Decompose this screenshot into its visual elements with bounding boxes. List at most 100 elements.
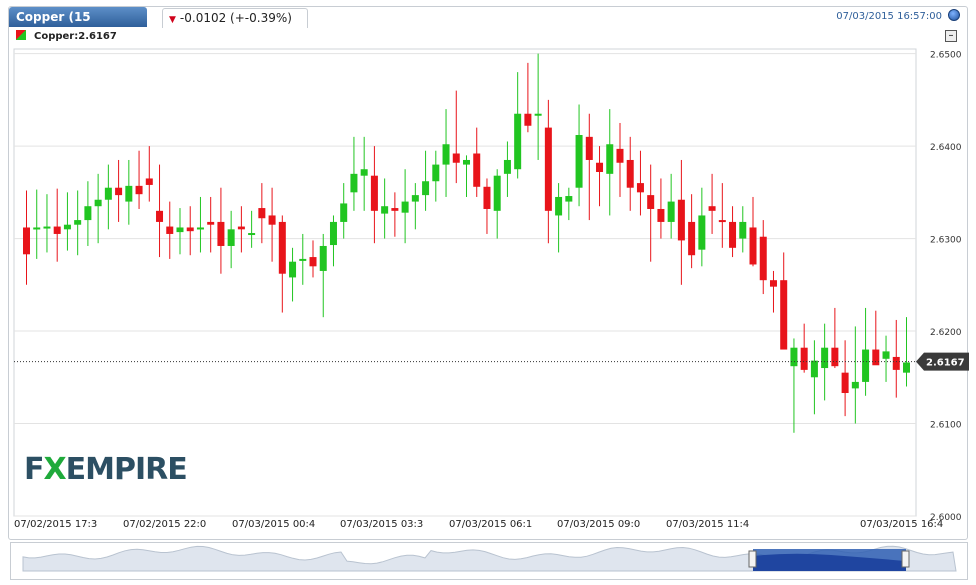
candle-body <box>524 113 532 126</box>
candle-body <box>575 135 583 188</box>
candle-body <box>278 221 286 274</box>
candle-body <box>442 144 450 165</box>
y-tick-label: 2.6400 <box>930 143 962 153</box>
x-tick-label: 07/02/2015 17:3 <box>14 519 97 530</box>
candle-body <box>391 208 399 211</box>
candle-body <box>432 164 440 182</box>
candle-body <box>647 195 655 209</box>
candle-body <box>585 136 593 160</box>
candle-body <box>401 201 409 213</box>
candle-body <box>862 349 870 382</box>
logo-fx: F <box>24 452 44 487</box>
candle-body <box>452 153 460 163</box>
candle-body <box>299 258 307 261</box>
candle-body <box>360 169 368 176</box>
candle-body <box>411 195 419 202</box>
candle-body <box>370 175 378 211</box>
fxempire-logo: FXEMPIRE <box>24 452 188 487</box>
candle-body <box>688 221 696 256</box>
candle-body <box>503 159 511 174</box>
candle-body <box>800 347 808 370</box>
candle-body <box>821 347 829 369</box>
candle-body <box>841 372 849 394</box>
navigator-left-handle <box>748 550 757 568</box>
candle-body <box>74 220 82 225</box>
candle-body <box>872 349 880 366</box>
candle-body <box>94 199 102 207</box>
range-navigator[interactable] <box>10 542 968 580</box>
candle-body <box>463 159 470 165</box>
candle-body <box>606 144 614 174</box>
navigator-minimap <box>22 545 957 572</box>
candle-body <box>145 178 153 185</box>
y-tick-label: 2.6300 <box>930 236 962 246</box>
y-tick-label: 2.6500 <box>930 51 962 61</box>
candle-body <box>596 162 604 172</box>
candlestick-chart: 2.65002.64002.63002.62002.61002.60002.61… <box>13 48 969 530</box>
x-tick-label: 07/03/2015 16:4 <box>860 519 943 530</box>
candle-body <box>33 227 41 230</box>
candle-body <box>104 187 112 200</box>
candle-body <box>115 187 123 196</box>
candle-body <box>565 196 573 202</box>
candle-body <box>217 221 225 246</box>
candle-body <box>483 186 491 209</box>
candle-body <box>207 221 215 225</box>
candle-body <box>657 208 665 222</box>
candle-body <box>63 224 71 230</box>
candle-body <box>698 215 706 250</box>
candle-body <box>53 226 61 234</box>
x-tick-label: 07/03/2015 03:3 <box>340 519 423 530</box>
candle-body <box>851 381 859 389</box>
candle-body <box>422 181 430 196</box>
candle-body <box>319 245 327 271</box>
candle-body <box>534 113 542 116</box>
candle-body <box>473 153 481 187</box>
candle-body <box>289 261 297 278</box>
candle-body <box>248 233 256 236</box>
candle-body <box>258 208 266 219</box>
candle-body <box>636 183 644 193</box>
candle-body <box>677 199 685 241</box>
y-tick-label: 2.6200 <box>930 328 962 338</box>
x-tick-label: 07/03/2015 11:4 <box>666 519 749 530</box>
candle-body <box>227 229 235 246</box>
candle-body <box>166 226 174 234</box>
navigator-right-handle <box>901 550 910 568</box>
candle-body <box>544 127 552 211</box>
candle-body <box>84 206 92 221</box>
last-price-label: 2.6167 <box>926 358 965 369</box>
candle-body <box>769 280 777 287</box>
candle-body <box>759 236 767 281</box>
candle-body <box>43 226 51 229</box>
candle-body <box>125 185 133 202</box>
candle-body <box>790 347 798 367</box>
candle-body <box>176 227 184 233</box>
x-tick-label: 07/03/2015 09:0 <box>557 519 640 530</box>
candle-body <box>555 196 563 216</box>
candle-body <box>718 220 726 223</box>
candle-body <box>340 203 348 222</box>
candle-body <box>268 215 276 225</box>
candle-body <box>749 227 757 265</box>
candle-body <box>831 347 839 367</box>
candle-body <box>667 201 675 222</box>
candle-body <box>616 148 624 163</box>
candle-body <box>626 159 634 188</box>
candle-body <box>196 227 204 230</box>
candle-body <box>708 206 716 211</box>
x-tick-label: 07/02/2015 22:0 <box>123 519 206 530</box>
candle-body <box>892 356 900 370</box>
candle-body <box>329 221 337 246</box>
candle-body <box>493 175 501 211</box>
candle-body <box>810 360 818 378</box>
candle-body <box>882 351 890 359</box>
y-tick-label: 2.6100 <box>930 421 962 431</box>
candle-body <box>381 206 389 214</box>
candle-body <box>135 185 143 195</box>
candle-body <box>739 221 747 239</box>
x-tick-label: 07/03/2015 06:1 <box>449 519 532 530</box>
candle-body <box>237 226 245 230</box>
x-tick-label: 07/03/2015 00:4 <box>232 519 315 530</box>
candle-body <box>729 221 737 248</box>
